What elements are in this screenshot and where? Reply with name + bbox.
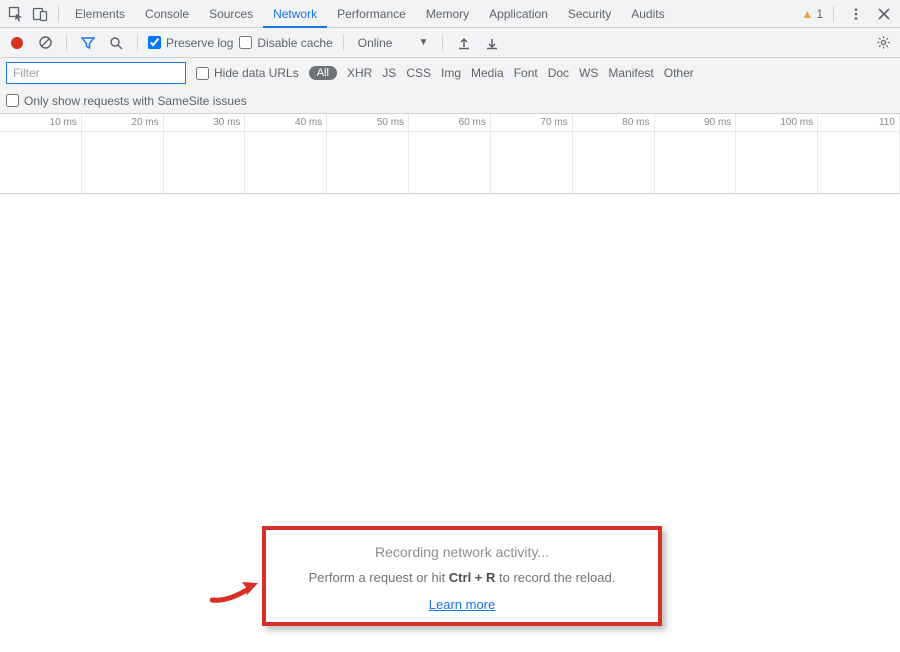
disable-cache-checkbox[interactable]: Disable cache: [239, 36, 332, 50]
timeline-tick: 90 ms: [655, 114, 737, 131]
requests-area: Recording network activity... Perform a …: [0, 194, 900, 652]
filter-type-img[interactable]: Img: [441, 66, 461, 80]
timeline-tick: 30 ms: [164, 114, 246, 131]
settings-gear-icon[interactable]: [872, 32, 894, 54]
separator: [343, 35, 344, 51]
disable-cache-label: Disable cache: [257, 36, 332, 50]
separator: [66, 35, 67, 51]
samesite-input[interactable]: [6, 94, 19, 107]
filter-type-manifest[interactable]: Manifest: [608, 66, 653, 80]
more-menu-icon[interactable]: [844, 2, 868, 26]
tab-sources[interactable]: Sources: [199, 0, 263, 28]
filter-types-container: XHR JS CSS Img Media Font Doc WS Manifest Other: [347, 66, 694, 80]
preserve-log-label: Preserve log: [166, 36, 233, 50]
filter-type-xhr[interactable]: XHR: [347, 66, 372, 80]
tab-elements[interactable]: Elements: [65, 0, 135, 28]
filter-type-font[interactable]: Font: [514, 66, 538, 80]
filter-type-doc[interactable]: Doc: [548, 66, 569, 80]
devtools-tabstrip: ElementsConsoleSourcesNetworkPerformance…: [0, 0, 900, 28]
timeline-tick: 20 ms: [82, 114, 164, 131]
preserve-log-checkbox[interactable]: Preserve log: [148, 36, 233, 50]
tab-console[interactable]: Console: [135, 0, 199, 28]
filter-type-css[interactable]: CSS: [406, 66, 431, 80]
timeline-column: [164, 132, 246, 194]
empty-sub-suffix: to record the reload.: [495, 570, 615, 585]
samesite-checkbox[interactable]: Only show requests with SameSite issues: [6, 94, 247, 108]
timeline-ticks: 10 ms20 ms30 ms40 ms50 ms60 ms70 ms80 ms…: [0, 114, 900, 132]
throttling-select[interactable]: Online ▼: [354, 36, 433, 50]
timeline-tick: 10 ms: [0, 114, 82, 131]
warning-icon: ▲: [801, 7, 813, 21]
tab-application[interactable]: Application: [479, 0, 558, 28]
samesite-label: Only show requests with SameSite issues: [24, 94, 247, 108]
tab-audits[interactable]: Audits: [621, 0, 674, 28]
separator: [833, 6, 834, 22]
hide-data-urls-checkbox[interactable]: Hide data URLs: [196, 66, 299, 80]
empty-subtitle: Perform a request or hit Ctrl + R to rec…: [282, 570, 642, 585]
filter-type-all[interactable]: All: [309, 66, 337, 80]
tab-network[interactable]: Network: [263, 0, 327, 28]
filter-type-media[interactable]: Media: [471, 66, 504, 80]
download-har-icon[interactable]: [481, 32, 503, 54]
timeline-column: [736, 132, 818, 194]
empty-title: Recording network activity...: [282, 544, 642, 560]
filter-bar: Hide data URLs All XHR JS CSS Img Media Font D…: [0, 58, 900, 88]
samesite-row: Only show requests with SameSite issues: [0, 88, 900, 114]
timeline-tick: 80 ms: [573, 114, 655, 131]
timeline-column: [327, 132, 409, 194]
inspect-element-icon[interactable]: [4, 2, 28, 26]
annotation-arrow-icon: [210, 580, 258, 604]
disable-cache-input[interactable]: [239, 36, 252, 49]
timeline-tick: 70 ms: [491, 114, 573, 131]
warning-count: 1: [816, 7, 823, 21]
timeline-column: [82, 132, 164, 194]
separator: [58, 6, 59, 22]
timeline-tick: 40 ms: [245, 114, 327, 131]
timeline-body: [0, 132, 900, 194]
search-icon[interactable]: [105, 32, 127, 54]
timeline-column: [245, 132, 327, 194]
tab-memory[interactable]: Memory: [416, 0, 479, 28]
warnings-badge[interactable]: ▲ 1: [801, 7, 823, 21]
timeline-column: [0, 132, 82, 194]
chevron-down-icon: ▼: [418, 37, 428, 48]
filter-type-js[interactable]: JS: [382, 66, 396, 80]
tab-performance[interactable]: Performance: [327, 0, 416, 28]
hide-data-urls-label: Hide data URLs: [214, 66, 299, 80]
throttling-value: Online: [358, 36, 393, 50]
timeline-tick: 100 ms: [736, 114, 818, 131]
filter-toggle-icon[interactable]: [77, 32, 99, 54]
timeline-column: [818, 132, 900, 194]
timeline-column: [491, 132, 573, 194]
hide-data-urls-input[interactable]: [196, 67, 209, 80]
empty-sub-prefix: Perform a request or hit: [309, 570, 449, 585]
empty-sub-key: Ctrl + R: [449, 570, 496, 585]
empty-state-callout: Recording network activity... Perform a …: [262, 526, 662, 626]
learn-more-link[interactable]: Learn more: [282, 597, 642, 612]
device-toolbar-icon[interactable]: [28, 2, 52, 26]
record-button[interactable]: [6, 32, 28, 54]
close-devtools-icon[interactable]: [872, 2, 896, 26]
timeline-column: [655, 132, 737, 194]
timeline-column: [409, 132, 491, 194]
tab-security[interactable]: Security: [558, 0, 621, 28]
timeline-overview[interactable]: 10 ms20 ms30 ms40 ms50 ms60 ms70 ms80 ms…: [0, 114, 900, 194]
timeline-tick: 50 ms: [327, 114, 409, 131]
separator: [442, 35, 443, 51]
timeline-column: [573, 132, 655, 194]
filter-type-ws[interactable]: WS: [579, 66, 598, 80]
filter-input[interactable]: [6, 62, 186, 84]
separator: [137, 35, 138, 51]
network-toolbar: Preserve log Disable cache Online ▼: [0, 28, 900, 58]
timeline-tick: 60 ms: [409, 114, 491, 131]
preserve-log-input[interactable]: [148, 36, 161, 49]
timeline-tick: 110: [818, 114, 900, 131]
tabs-container: ElementsConsoleSourcesNetworkPerformance…: [65, 0, 675, 28]
clear-icon[interactable]: [34, 32, 56, 54]
filter-type-other[interactable]: Other: [664, 66, 694, 80]
upload-har-icon[interactable]: [453, 32, 475, 54]
